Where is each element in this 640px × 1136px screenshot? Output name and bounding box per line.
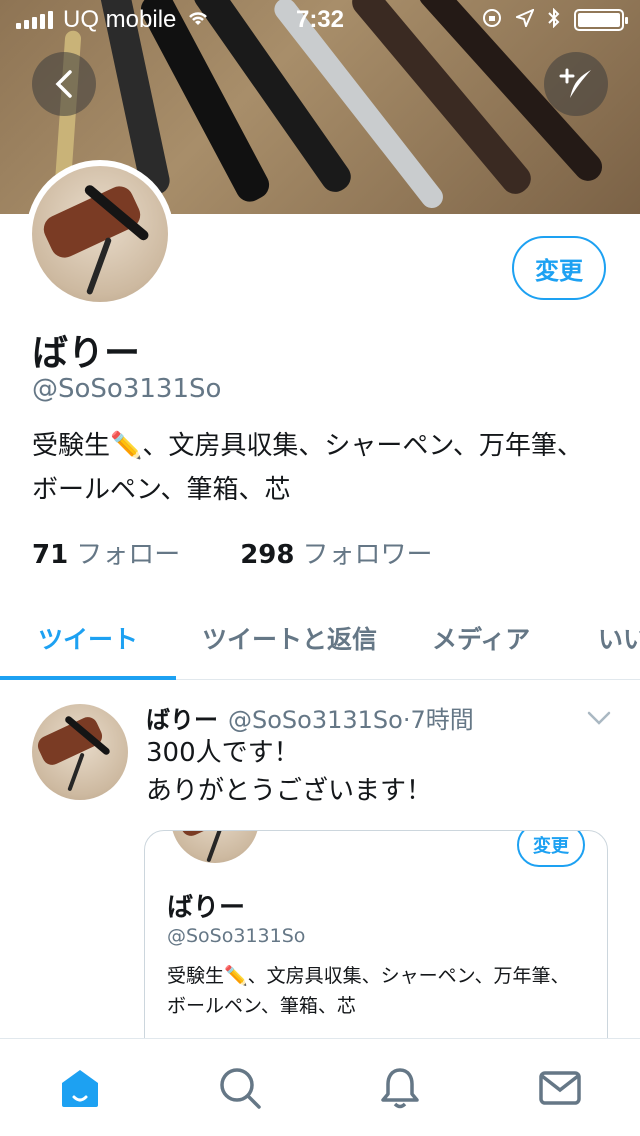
- tweet-header: ばりー @SoSo3131So·7時間: [146, 700, 474, 735]
- followers-count: 298: [240, 540, 295, 570]
- following-label: フォロー: [76, 540, 181, 570]
- followers-label: フォロワー: [302, 540, 433, 570]
- tab-likes[interactable]: いい: [598, 596, 640, 679]
- follow-stats: 71 フォロー 298 フォロワー: [32, 534, 433, 571]
- card-bio: 受験生✏️、文房具収集、シャーペン、万年筆、ボールペン、筆箱、芯: [167, 965, 570, 1017]
- chevron-down-icon[interactable]: [586, 708, 612, 728]
- followers-stat[interactable]: 298 フォロワー: [240, 534, 432, 571]
- location-icon: [514, 8, 535, 32]
- following-count: 71: [32, 540, 69, 570]
- back-button[interactable]: [32, 52, 96, 116]
- tweet-author-avatar[interactable]: [32, 704, 128, 800]
- tab-tweets-and-replies[interactable]: ツイートと返信: [202, 596, 377, 679]
- following-stat[interactable]: 71 フォロー: [32, 534, 180, 571]
- chevron-left-icon: [55, 70, 72, 98]
- tweet-attached-image[interactable]: 変更 ばりー @SoSo3131So 受験生✏️、文房具収集、シャーペン、万年筆…: [144, 830, 608, 1070]
- wifi-icon: [186, 8, 210, 33]
- profile-bio: 受験生✏️、文房具収集、シャーペン、万年筆、ボールペン、筆箱、芯: [32, 431, 583, 505]
- tweet-author-name[interactable]: ばりー: [146, 706, 218, 734]
- profile-handle: @SoSo3131So: [32, 374, 222, 404]
- tab-media[interactable]: メディア: [432, 596, 530, 679]
- tweet-text-line: 300人です！: [146, 738, 300, 768]
- active-tab-indicator: [0, 676, 176, 680]
- tab-tweets[interactable]: ツイート: [38, 596, 138, 679]
- search-icon[interactable]: [215, 1063, 265, 1113]
- tweet-author-handle[interactable]: @SoSo3131So: [228, 706, 403, 734]
- messages-icon[interactable]: [535, 1063, 585, 1113]
- tweet-text-line: ありがとうございます！: [146, 776, 433, 806]
- profile-avatar[interactable]: [26, 160, 174, 308]
- battery-icon: [574, 9, 628, 31]
- bottom-navigation: [0, 1038, 640, 1136]
- compose-feather-icon: [559, 68, 591, 98]
- carrier-label: UQ mobile: [63, 6, 177, 33]
- compose-tweet-button[interactable]: [544, 52, 608, 116]
- card-name: ばりー: [167, 893, 246, 923]
- tweet-time: 7時間: [410, 706, 474, 734]
- card-avatar: [167, 831, 263, 867]
- tweet-text: 300人です！ ありがとうございます！: [146, 734, 606, 810]
- edit-profile-button[interactable]: 変更: [512, 236, 606, 300]
- orientation-lock-icon: [482, 8, 502, 33]
- card-handle: @SoSo3131So: [167, 925, 306, 947]
- notifications-icon[interactable]: [375, 1063, 425, 1113]
- status-bar: UQ mobile 7:32: [0, 0, 640, 40]
- profile-name: ばりー: [32, 333, 141, 374]
- home-icon[interactable]: [55, 1063, 105, 1113]
- signal-icon: [16, 11, 53, 29]
- card-edit-button: 変更: [517, 831, 585, 867]
- bluetooth-icon: [548, 7, 560, 33]
- profile-tabs: ツイート ツイートと返信 メディア いい: [0, 596, 640, 680]
